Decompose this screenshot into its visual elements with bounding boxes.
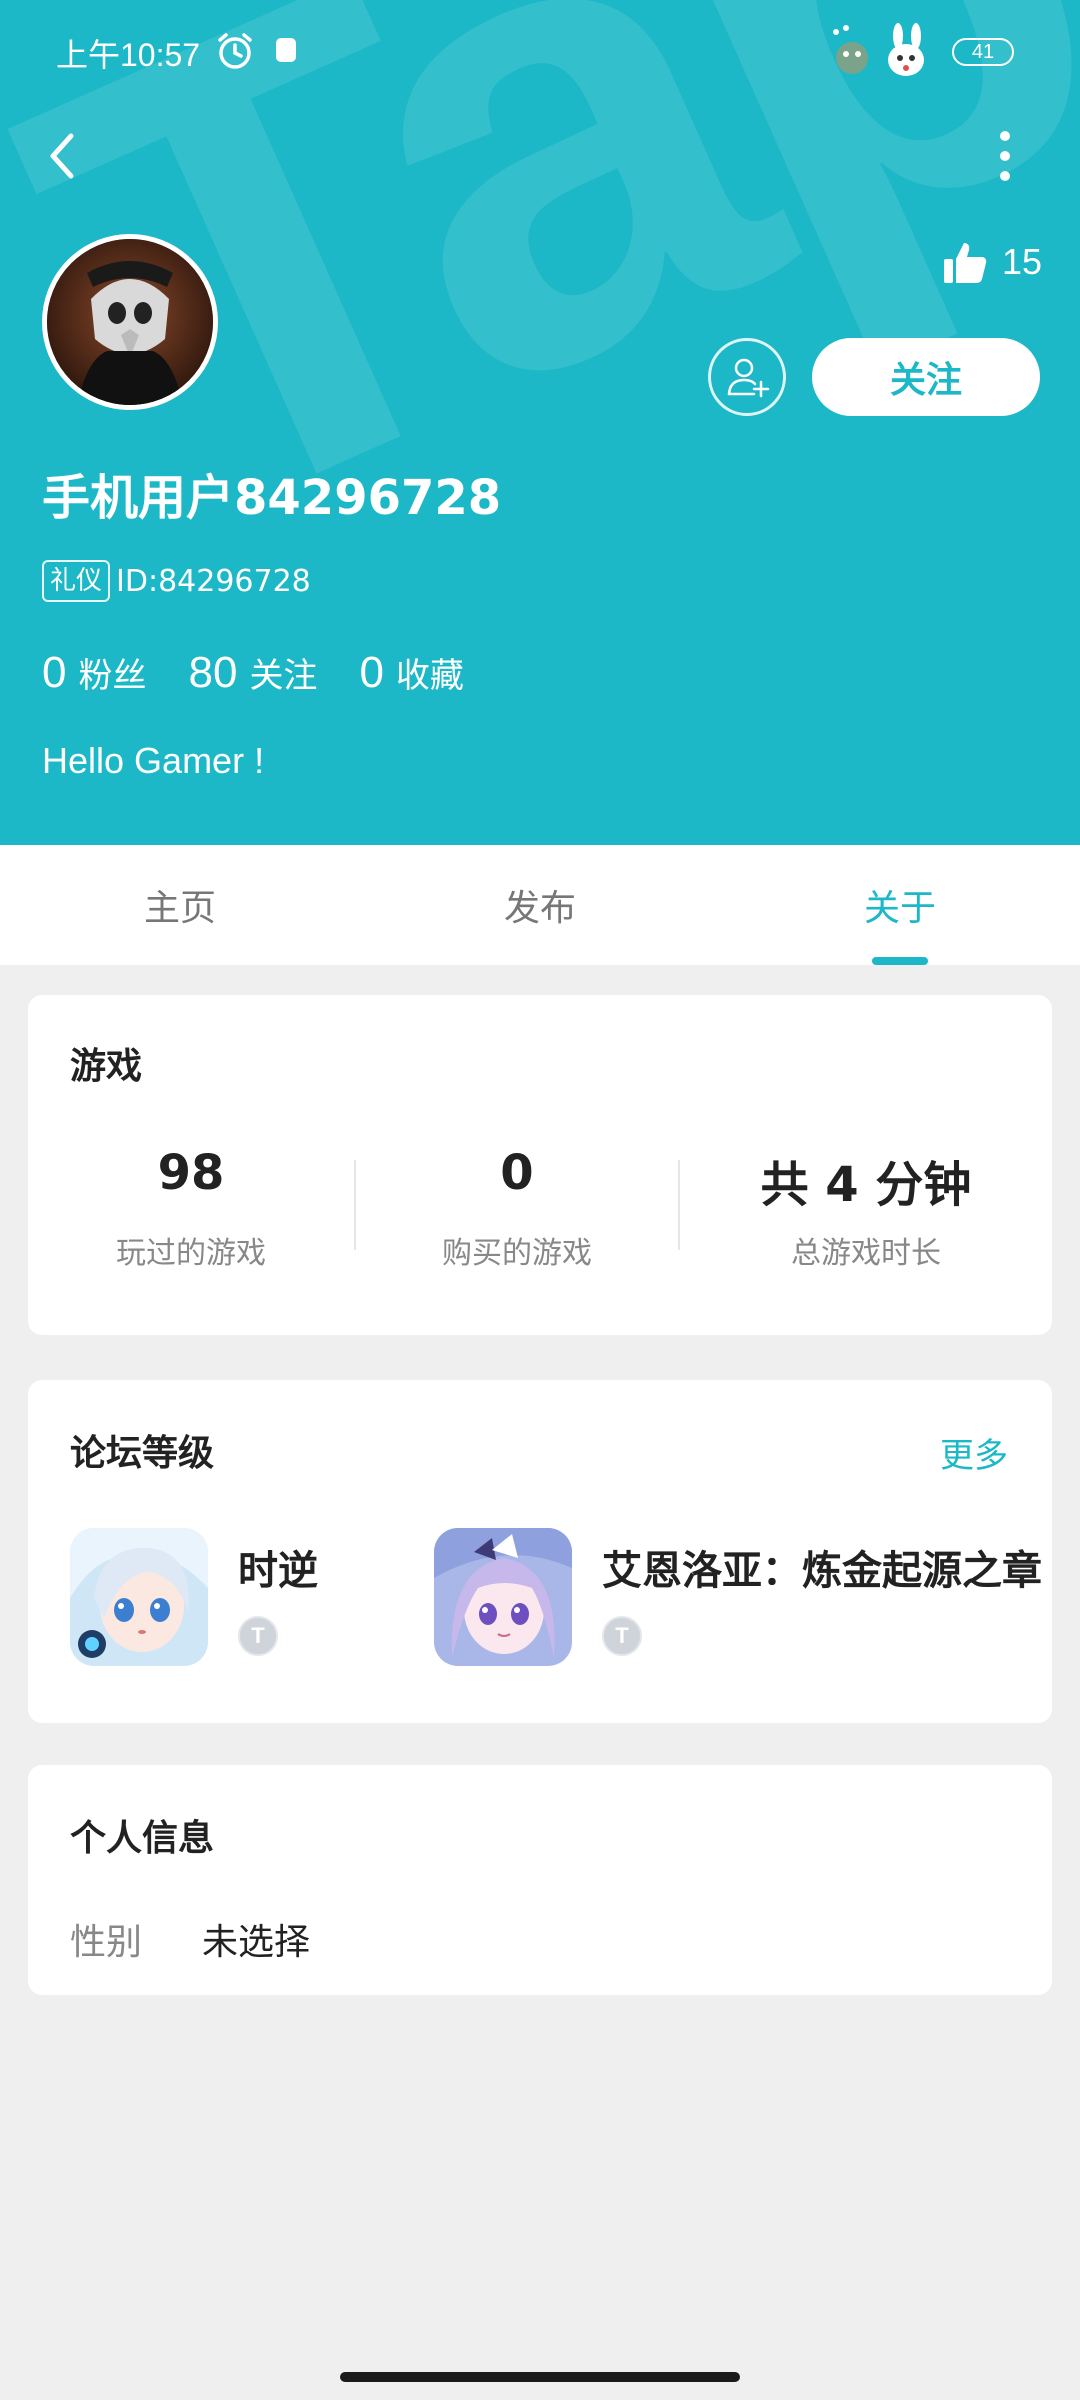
personal-info-card: 个人信息 性别 未选择 bbox=[28, 1765, 1052, 1995]
followers-stat[interactable]: 0 粉丝 bbox=[42, 648, 146, 698]
level-badge-icon: T bbox=[238, 1616, 278, 1656]
likes-counter[interactable]: 15 bbox=[942, 232, 1042, 292]
purchased-games-count: 0 bbox=[500, 1145, 534, 1201]
level-badge-icon: T bbox=[602, 1616, 642, 1656]
user-id[interactable]: ID:84296728 bbox=[116, 564, 311, 599]
stat-label: 关注 bbox=[249, 656, 318, 696]
notification-icon bbox=[276, 38, 296, 62]
stat-value: 80 bbox=[188, 648, 238, 697]
add-user-icon bbox=[727, 358, 770, 398]
purchased-games-stat[interactable]: 0 购买的游戏 bbox=[356, 995, 678, 1335]
playtime-stat[interactable]: 共 4 分钟 总游戏时长 bbox=[680, 995, 1052, 1335]
profile-stats: 0 粉丝 80 关注 0 收藏 bbox=[42, 648, 506, 698]
game-icon-shini bbox=[70, 1528, 208, 1666]
gender-label: 性别 bbox=[70, 1922, 143, 1963]
more-options-button[interactable] bbox=[990, 124, 1020, 188]
games-card: 游戏 98 玩过的游戏 0 购买的游戏 共 4 分钟 总游戏时长 bbox=[28, 995, 1052, 1335]
tab-home[interactable]: 主页 bbox=[0, 845, 360, 965]
likes-count: 15 bbox=[1002, 241, 1043, 282]
thumbs-up-icon bbox=[944, 243, 987, 283]
profile-tabs: 主页 发布 关于 bbox=[0, 845, 1080, 965]
user-id-row: 礼仪 ID:84296728 bbox=[42, 560, 311, 602]
alarm-icon bbox=[218, 33, 252, 69]
personal-info-title: 个人信息 bbox=[70, 1818, 215, 1859]
game-icon-aienluoya bbox=[434, 1528, 572, 1666]
favorites-stat[interactable]: 0 收藏 bbox=[359, 648, 463, 698]
username: 手机用户84296728 bbox=[42, 470, 502, 526]
stat-label: 收藏 bbox=[395, 656, 464, 696]
mascot-icon bbox=[833, 23, 924, 76]
status-bar: 上午10:57 41 bbox=[0, 0, 1080, 100]
purchased-games-label: 购买的游戏 bbox=[442, 1236, 592, 1271]
stat-value: 0 bbox=[359, 648, 384, 697]
status-time: 上午10:57 bbox=[56, 37, 201, 73]
forum-game-item[interactable]: 时逆 T bbox=[70, 1528, 410, 1668]
forum-game-item[interactable]: 艾恩洛亚：炼金起源之章 T bbox=[434, 1528, 1052, 1668]
avatar[interactable] bbox=[42, 234, 218, 410]
following-stat[interactable]: 80 关注 bbox=[188, 648, 317, 698]
chevron-left-icon bbox=[50, 133, 74, 179]
forum-level-card: 论坛等级 更多 时逆 T 艾恩洛亚：炼金起源之章 T bbox=[28, 1380, 1052, 1723]
user-bio: Hello Gamer ! bbox=[42, 740, 265, 781]
gender-value: 未选择 bbox=[202, 1922, 311, 1963]
follow-button[interactable]: 关注 bbox=[812, 338, 1040, 416]
stat-label: 粉丝 bbox=[78, 656, 147, 696]
battery-icon: 41 bbox=[952, 38, 1014, 66]
total-playtime: 共 4 分钟 bbox=[760, 1157, 972, 1213]
add-friend-button[interactable] bbox=[708, 338, 786, 416]
tab-about[interactable]: 关于 bbox=[720, 845, 1080, 965]
more-dot bbox=[1000, 131, 1010, 141]
played-games-label: 玩过的游戏 bbox=[116, 1236, 266, 1271]
more-dot bbox=[1000, 171, 1010, 181]
tab-posts[interactable]: 发布 bbox=[360, 845, 720, 965]
more-dot bbox=[1000, 151, 1010, 161]
game-name: 艾恩洛亚：炼金起源之章 bbox=[602, 1548, 1042, 1594]
avatar-image bbox=[47, 239, 213, 405]
active-tab-indicator bbox=[872, 957, 928, 965]
played-games-stat[interactable]: 98 玩过的游戏 bbox=[28, 995, 354, 1335]
back-button[interactable] bbox=[36, 124, 90, 188]
forum-level-title: 论坛等级 bbox=[70, 1433, 215, 1474]
profile-header: TapTap 上午10:57 41 bbox=[0, 0, 1080, 845]
stat-value: 0 bbox=[42, 648, 67, 697]
more-link[interactable]: 更多 bbox=[940, 1428, 1008, 1477]
played-games-count: 98 bbox=[157, 1145, 225, 1201]
home-indicator[interactable] bbox=[340, 2372, 740, 2382]
total-playtime-label: 总游戏时长 bbox=[791, 1236, 941, 1271]
game-name: 时逆 bbox=[238, 1548, 318, 1594]
etiquette-badge[interactable]: 礼仪 bbox=[42, 560, 111, 602]
